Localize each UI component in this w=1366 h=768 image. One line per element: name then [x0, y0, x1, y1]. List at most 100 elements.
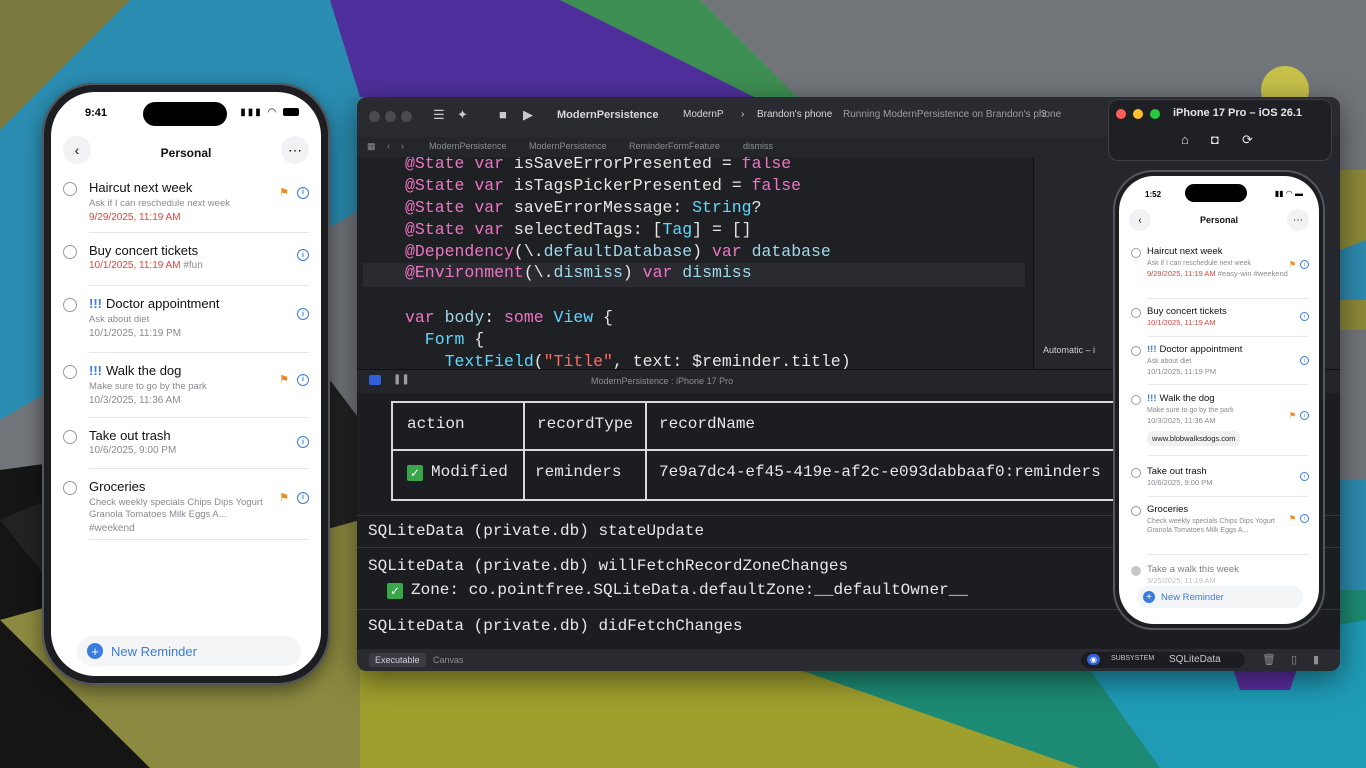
- code-token: (\.: [513, 242, 544, 261]
- breadcrumb-item[interactable]: ModernPersistence: [429, 141, 507, 151]
- navigator-toggle-icon[interactable]: ☰: [433, 107, 445, 123]
- info-button[interactable]: i: [1300, 356, 1309, 365]
- complete-checkbox[interactable]: [63, 365, 77, 379]
- zoom-window-button[interactable]: [401, 111, 412, 122]
- reminder-title: Take out trash: [89, 428, 171, 443]
- info-button[interactable]: i: [1300, 260, 1309, 269]
- info-button[interactable]: i: [1300, 411, 1309, 420]
- complete-checkbox[interactable]: [1131, 346, 1141, 356]
- reminder-list: Haircut next week Ask if I can reschedul…: [51, 178, 321, 540]
- reminder-row[interactable]: Buy concert tickets 10/1/2025, 11:19 AM …: [1131, 306, 1309, 337]
- code-token: ?: [751, 198, 762, 217]
- code-line: @State var saveErrorMessage: String?: [405, 198, 761, 217]
- info-button[interactable]: i: [297, 186, 309, 199]
- url-chip[interactable]: www.blobwalksdogs.com: [1147, 431, 1241, 446]
- home-icon[interactable]: ⌂: [1181, 132, 1189, 147]
- info-button[interactable]: i: [1300, 312, 1309, 321]
- assistant-icon[interactable]: ✦: [457, 107, 468, 123]
- reminder-row[interactable]: !!! Doctor appointment Ask about diet 10/…: [63, 294, 309, 353]
- reminder-row[interactable]: Take out trash 10/6/2025, 9:00 PM i: [63, 426, 309, 469]
- stop-button[interactable]: ■: [499, 107, 507, 122]
- breadcrumb-item[interactable]: ModernPersistence: [529, 141, 607, 151]
- info-button[interactable]: i: [1300, 514, 1309, 523]
- complete-checkbox[interactable]: [1131, 308, 1141, 318]
- subsystem-token[interactable]: SUBSYSTEM: [1111, 655, 1154, 662]
- run-destination[interactable]: Brandon's phone: [757, 109, 832, 120]
- info-button[interactable]: i: [297, 436, 309, 448]
- status-count-badge[interactable]: 3: [1041, 109, 1047, 120]
- new-reminder-button[interactable]: + New Reminder: [1137, 586, 1303, 608]
- pause-icon[interactable]: ❚❚: [393, 374, 410, 385]
- scheme-tab[interactable]: ModernP: [683, 109, 724, 120]
- panel-icon[interactable]: ▮: [1313, 653, 1319, 666]
- code-line: Form {: [405, 330, 484, 349]
- more-button[interactable]: ⋯: [1287, 209, 1309, 231]
- simulator-screen: 1:52 ▮▮ ◠ ▬ ‹ Personal ⋯ Haircut next we…: [1119, 176, 1319, 624]
- reminder-row[interactable]: Haircut next week Ask if I can reschedul…: [63, 178, 309, 233]
- reminder-row[interactable]: !!! Walk the dog Make sure to go by the p…: [63, 361, 309, 418]
- complete-checkbox[interactable]: [1131, 395, 1141, 405]
- scheme-selector[interactable]: ModernPersistence: [557, 109, 658, 121]
- new-reminder-button[interactable]: + New Reminder: [77, 636, 301, 666]
- run-button[interactable]: ▶: [523, 107, 533, 123]
- info-button[interactable]: i: [297, 308, 309, 320]
- reminder-row[interactable]: !!! Walk the dog Make sure to go by the p…: [1131, 393, 1309, 456]
- reminder-title: Groceries: [89, 479, 146, 494]
- complete-checkbox[interactable]: [1131, 248, 1141, 258]
- info-button[interactable]: i: [1300, 472, 1309, 481]
- automatic-label[interactable]: Automatic – i: [1043, 345, 1095, 355]
- screenshot-icon[interactable]: ◘: [1211, 132, 1219, 147]
- code-token: View: [553, 308, 594, 327]
- dynamic-island: [1185, 184, 1247, 202]
- code-editor[interactable]: @State var isSaveErrorPresented = false …: [357, 157, 1033, 369]
- close-window-button[interactable]: [1116, 109, 1126, 119]
- info-button[interactable]: i: [297, 249, 309, 261]
- info-button[interactable]: i: [297, 373, 309, 386]
- back-arrow-icon[interactable]: ‹: [387, 141, 390, 151]
- ellipsis-icon: ⋯: [288, 141, 302, 158]
- console-line: Zone: co.pointfree.SQLiteData.defaultZon…: [411, 581, 968, 599]
- info-button[interactable]: i: [297, 491, 309, 504]
- filter-icon: ◉: [1087, 654, 1100, 665]
- reminder-row[interactable]: Groceries Check weekly specials Chips Di…: [1131, 504, 1309, 555]
- breadcrumb-item[interactable]: dismiss: [743, 141, 773, 151]
- code-line: TextField("Title", text: $reminder.title…: [405, 352, 851, 369]
- executable-tab[interactable]: Executable: [369, 653, 426, 667]
- rotate-icon[interactable]: ⟳: [1242, 132, 1253, 148]
- complete-checkbox[interactable]: [1131, 506, 1141, 516]
- ellipsis-icon: ⋯: [1293, 214, 1303, 226]
- debug-area-toggle-icon[interactable]: [369, 375, 381, 385]
- trash-icon[interactable]: 🗑: [1262, 653, 1276, 666]
- forward-arrow-icon[interactable]: ›: [401, 141, 404, 151]
- breadcrumb-item[interactable]: ReminderFormFeature: [629, 141, 720, 151]
- more-button[interactable]: ⋯: [281, 136, 309, 164]
- canvas-tab[interactable]: Canvas: [433, 655, 464, 665]
- complete-checkbox[interactable]: [63, 481, 77, 495]
- status-time: 9:41: [85, 107, 108, 119]
- completed-checkbox[interactable]: [1131, 566, 1141, 576]
- reminder-row[interactable]: !!! Doctor appointment Ask about diet 10/…: [1131, 344, 1309, 385]
- code-token: false: [751, 176, 802, 195]
- complete-checkbox[interactable]: [63, 430, 77, 444]
- complete-checkbox[interactable]: [63, 182, 77, 196]
- reminder-row[interactable]: Buy concert tickets 10/1/2025, 11:19 AM …: [63, 241, 309, 286]
- code-token: {: [593, 308, 613, 327]
- grid-icon[interactable]: ▦: [367, 141, 376, 152]
- complete-checkbox[interactable]: [63, 245, 77, 259]
- code-token: Tag: [662, 220, 693, 239]
- reminder-row[interactable]: Take out trash 10/6/2025, 9:00 PM i: [1131, 466, 1309, 497]
- nav-bar: ‹ Personal ⋯: [51, 136, 321, 170]
- split-view-icon[interactable]: ▯: [1291, 653, 1297, 666]
- reminder-row[interactable]: Groceries Check weekly specials Chips Di…: [63, 477, 309, 540]
- complete-checkbox[interactable]: [63, 298, 77, 312]
- console-filter-field[interactable]: ◉ SUBSYSTEM SQLiteData: [1081, 652, 1245, 668]
- code-token: database: [751, 242, 831, 261]
- close-window-button[interactable]: [369, 111, 380, 122]
- minimize-window-button[interactable]: [1133, 109, 1143, 119]
- code-token: dismiss: [553, 263, 623, 282]
- minimize-window-button[interactable]: [385, 111, 396, 122]
- code-token: defaultDatabase: [543, 242, 693, 261]
- reminder-row[interactable]: Haircut next week Ask if I can reschedul…: [1131, 246, 1309, 299]
- zoom-window-button[interactable]: [1150, 109, 1160, 119]
- complete-checkbox[interactable]: [1131, 468, 1141, 478]
